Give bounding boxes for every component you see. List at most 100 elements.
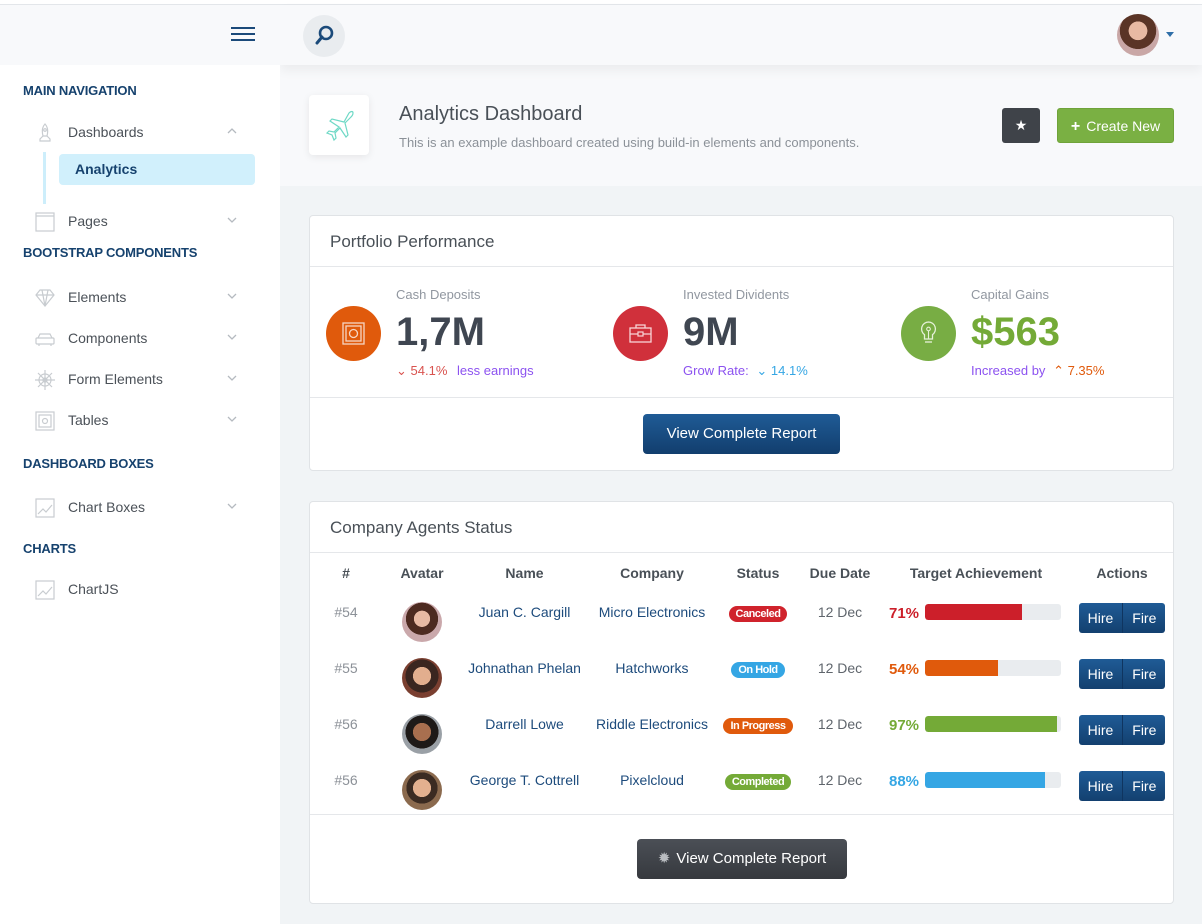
create-new-label: Create New: [1086, 118, 1161, 134]
stat-invested-dividents: Invested Dividents 9M Grow Rate: ⌄ 14.1%: [613, 282, 893, 382]
submenu-indicator-line: [43, 152, 46, 204]
due-date-cell: 12 Dec: [799, 648, 881, 704]
caret-down-icon[interactable]: [1166, 32, 1174, 37]
sidebar-header: [0, 5, 280, 65]
graph-icon: [34, 497, 56, 518]
sidebar-item-label: Form Elements: [68, 370, 163, 387]
user-avatar[interactable]: [1117, 14, 1159, 56]
agent-name-link[interactable]: Johnathan Phelan: [468, 660, 581, 676]
actions-cell: Hire Fire: [1071, 648, 1173, 704]
rocket-icon: [34, 122, 56, 142]
table-row: #54 Juan C. Cargill Micro Electronics Ca…: [310, 592, 1173, 648]
agent-name-link[interactable]: Darrell Lowe: [485, 716, 564, 732]
agent-id: #56: [310, 760, 382, 816]
sidebar-item-form-elements[interactable]: Form Elements: [0, 358, 280, 399]
chevron-down-icon: ⌄: [396, 363, 407, 378]
star-button[interactable]: ★: [1002, 108, 1040, 143]
company-cell: Micro Electronics: [587, 592, 717, 648]
stat-label: Capital Gains: [971, 287, 1050, 302]
sidebar-item-dashboards[interactable]: Dashboards: [0, 111, 280, 152]
name-cell: George T. Cottrell: [462, 760, 587, 816]
agent-name-link[interactable]: George T. Cottrell: [470, 772, 579, 788]
plus-icon: +: [1070, 118, 1081, 135]
company-link[interactable]: Pixelcloud: [620, 772, 684, 788]
sidebar-item-label: Pages: [68, 212, 108, 229]
view-complete-report-button-secondary[interactable]: ✹ View Complete Report: [637, 839, 847, 879]
page-subtitle: This is an example dashboard created usi…: [399, 135, 860, 150]
card-title: Company Agents Status: [310, 502, 1173, 553]
fire-button[interactable]: Fire: [1122, 603, 1166, 633]
sidebar-item-label: Components: [68, 329, 148, 346]
action-button-group: Hire Fire: [1078, 715, 1166, 745]
fire-button[interactable]: Fire: [1122, 715, 1166, 745]
stat-trend: Increased by ⌃ 7.35%: [971, 363, 1104, 379]
plane-icon: [325, 110, 354, 142]
agent-id: #55: [310, 648, 382, 704]
hire-button[interactable]: Hire: [1078, 715, 1123, 745]
sidebar-item-analytics[interactable]: Analytics: [59, 154, 255, 185]
column-header: Company: [620, 565, 684, 581]
nav-heading-main: MAIN NAVIGATION: [23, 83, 137, 98]
fire-button[interactable]: Fire: [1122, 771, 1166, 801]
actions-cell: Hire Fire: [1071, 592, 1173, 648]
dashboards-submenu: Analytics: [0, 152, 280, 204]
title-icon-box: [309, 95, 369, 155]
fire-button[interactable]: Fire: [1122, 659, 1166, 689]
progress-bar: [925, 772, 1061, 788]
chevron-down-icon: ⌄: [756, 363, 768, 378]
due-date: 12 Dec: [817, 660, 863, 676]
star-icon: ★: [1014, 117, 1028, 133]
chevron-down-icon: [226, 331, 238, 343]
table-header-row: # Avatar Name Company Status Due Date Ta…: [310, 554, 1173, 592]
avatar: [402, 602, 442, 642]
company-link[interactable]: Riddle Electronics: [596, 716, 708, 732]
avatar-cell: [382, 648, 462, 704]
sidebar-item-pages[interactable]: Pages: [0, 200, 280, 241]
helm-icon: [34, 369, 56, 390]
sidebar-item-label: Dashboards: [68, 123, 144, 140]
column-header: Name: [505, 565, 544, 581]
hire-button[interactable]: Hire: [1078, 603, 1123, 633]
progress-bar: [925, 660, 1061, 676]
agent-id-text: #56: [334, 772, 358, 788]
achievement-percent: 97%: [889, 717, 920, 734]
chevron-down-icon: [226, 500, 238, 512]
agent-id-text: #54: [334, 604, 358, 620]
avatar: [402, 658, 442, 698]
page-title-area: Analytics Dashboard This is an example d…: [280, 65, 1202, 186]
company-link[interactable]: Hatchworks: [615, 660, 688, 676]
hamburger-menu-icon[interactable]: [231, 27, 255, 42]
trend-value: 54.1%: [410, 363, 448, 378]
hire-button[interactable]: Hire: [1078, 659, 1123, 689]
sidebar-item-chart-boxes[interactable]: Chart Boxes: [0, 486, 280, 527]
column-header: #: [342, 565, 350, 581]
company-link[interactable]: Micro Electronics: [599, 604, 706, 620]
company-cell: Pixelcloud: [587, 760, 717, 816]
agent-name-link[interactable]: Juan C. Cargill: [479, 604, 571, 620]
sidebar-item-tables[interactable]: Tables: [0, 399, 280, 440]
progress-fill: [925, 604, 1022, 620]
stat-label: Cash Deposits: [396, 287, 481, 302]
stat-capital-gains: Capital Gains $563 Increased by ⌃ 7.35%: [901, 282, 1181, 382]
sidebar-item-chartjs[interactable]: ChartJS: [0, 568, 280, 609]
trend-value: 7.35%: [1067, 363, 1105, 378]
hire-button[interactable]: Hire: [1078, 771, 1123, 801]
chevron-down-icon: [226, 214, 238, 226]
sidebar: MAIN NAVIGATION Dashboards Analytics Pag…: [0, 5, 280, 924]
sidebar-item-components[interactable]: Components: [0, 317, 280, 358]
avatar: [402, 770, 442, 810]
nav-heading-bootstrap: BOOTSTRAP COMPONENTS: [23, 245, 198, 260]
name-cell: Johnathan Phelan: [462, 648, 587, 704]
car-icon: [34, 328, 56, 348]
stat-trend: ⌄ 54.1% less earnings: [396, 363, 534, 379]
search-button[interactable]: [303, 15, 345, 57]
create-new-button[interactable]: + Create New: [1057, 108, 1174, 143]
progress-bar: [925, 716, 1061, 732]
view-complete-report-button[interactable]: View Complete Report: [643, 414, 840, 454]
search-icon: [315, 25, 334, 45]
column-header: Target Achievement: [909, 565, 1043, 581]
status-cell: Canceled: [717, 592, 799, 648]
status-cell: On Hold: [717, 648, 799, 704]
sidebar-item-elements[interactable]: Elements: [0, 276, 280, 317]
divider: [310, 397, 1173, 398]
